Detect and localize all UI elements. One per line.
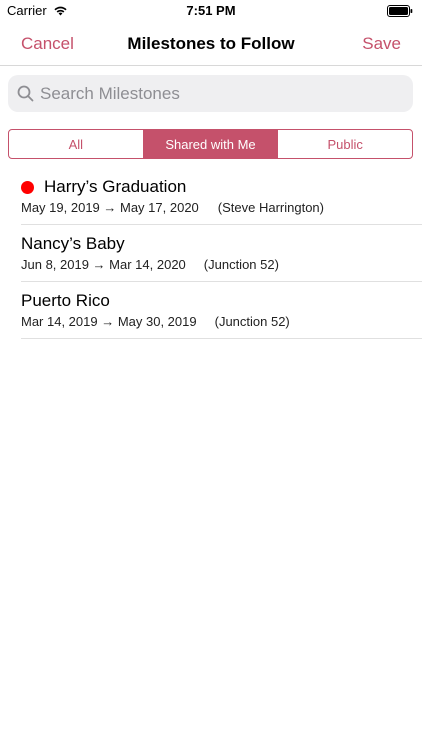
list-item[interactable]: Harry’s Graduation May 19, 2019 → May 17… — [21, 168, 422, 225]
save-button[interactable]: Save — [362, 34, 401, 54]
milestone-title: Nancy’s Baby — [21, 234, 125, 253]
milestone-owner: (Junction 52) — [214, 314, 290, 329]
milestone-list: Harry’s Graduation May 19, 2019 → May 17… — [21, 168, 422, 339]
milestone-title: Harry’s Graduation — [44, 177, 187, 196]
red-dot-indicator-icon — [21, 180, 34, 194]
milestone-title: Puerto Rico — [21, 291, 110, 310]
list-item[interactable]: Nancy’s Baby Jun 8, 2019 → Mar 14, 2020 … — [21, 225, 422, 282]
status-time: 7:51 PM — [186, 3, 236, 18]
milestone-owner: (Junction 52) — [203, 257, 279, 272]
navigation-bar: Cancel Milestones to Follow Save — [0, 22, 422, 66]
milestone-dates: May 19, 2019 → May 17, 2020 — [21, 200, 199, 215]
list-item[interactable]: Puerto Rico Mar 14, 2019 → May 30, 2019 … — [21, 282, 422, 339]
milestone-title-row: Nancy’s Baby — [21, 234, 125, 254]
segment-all[interactable]: All — [9, 130, 144, 158]
segment-shared-with-me[interactable]: Shared with Me — [143, 130, 279, 158]
milestone-details: Mar 14, 2019 → May 30, 2019 (Junction 52… — [21, 314, 290, 329]
search-bar[interactable] — [8, 75, 413, 112]
milestone-dates: Mar 14, 2019 → May 30, 2019 — [21, 314, 197, 329]
milestone-title-row: Harry’s Graduation — [21, 177, 186, 197]
milestone-title-row: Puerto Rico — [21, 291, 110, 311]
battery-icon — [387, 5, 413, 17]
milestone-owner: (Steve Harrington) — [217, 200, 324, 215]
milestone-details: Jun 8, 2019 → Mar 14, 2020 (Junction 52) — [21, 257, 279, 272]
search-icon — [17, 85, 34, 102]
status-bar: Carrier 7:51 PM — [0, 0, 422, 22]
search-input[interactable] — [40, 83, 400, 104]
segment-public[interactable]: Public — [278, 130, 412, 158]
filter-segmented-control: All Shared with Me Public — [8, 129, 413, 159]
cancel-button[interactable]: Cancel — [21, 34, 74, 54]
milestone-details: May 19, 2019 → May 17, 2020 (Steve Harri… — [21, 200, 324, 215]
milestone-dates: Jun 8, 2019 → Mar 14, 2020 — [21, 257, 186, 272]
